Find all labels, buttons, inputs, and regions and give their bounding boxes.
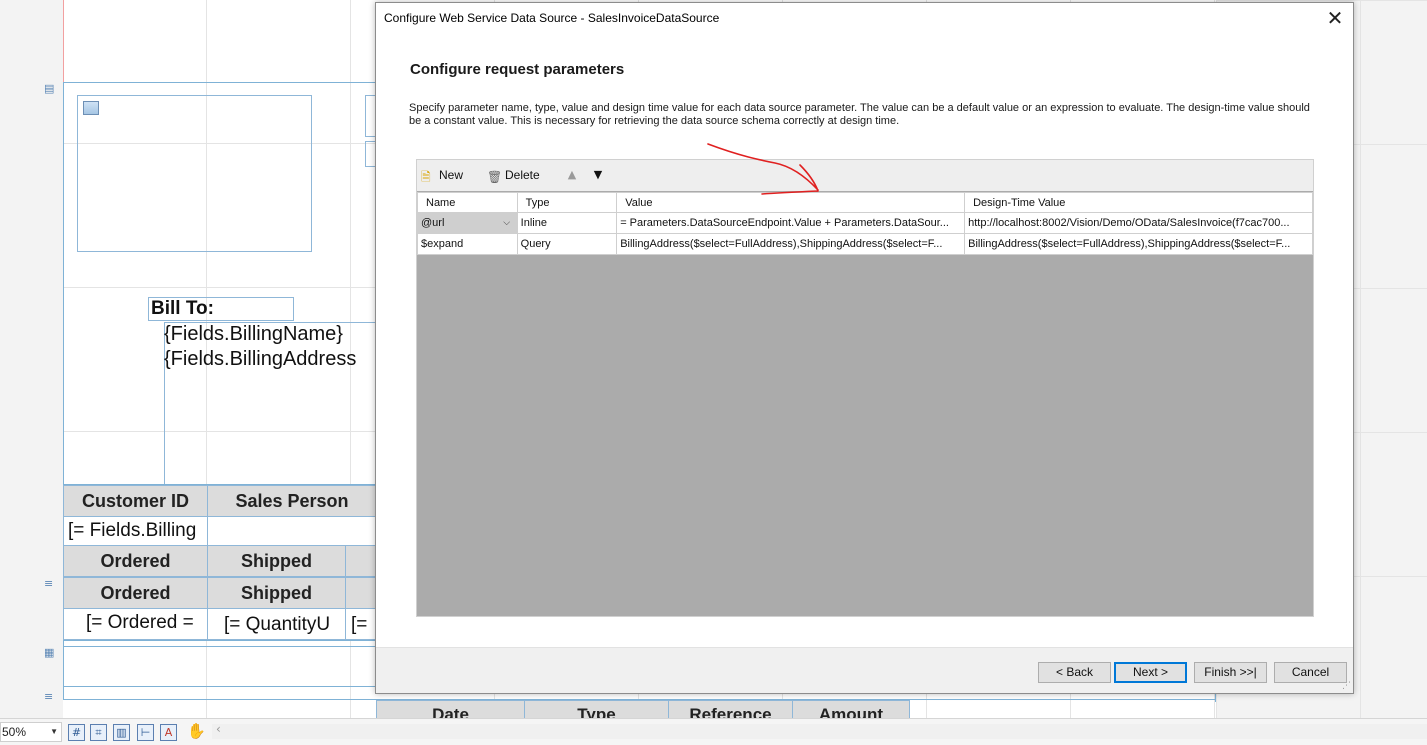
ruler-icon[interactable]: ▥ (113, 724, 130, 741)
type-header[interactable]: Type (524, 700, 669, 718)
table-row[interactable]: $expand Query BillingAddress($select=Ful… (417, 233, 1313, 255)
parameters-table: Name Type Value Design-Time Value @url ⌵… (417, 192, 1313, 255)
parameter-type-cell[interactable]: Query (516, 233, 618, 255)
new-parameter-button[interactable]: 🗎 New (421, 167, 463, 185)
snap-icon[interactable]: ⌗ (90, 724, 107, 741)
table-header-row: Name Type Value Design-Time Value (417, 192, 1313, 213)
page-description: Specify parameter name, type, value and … (409, 102, 1310, 127)
horizontal-scrollbar[interactable] (212, 724, 1427, 739)
new-button-label: New (439, 168, 464, 182)
page-header-band-icon[interactable]: ▤ (44, 83, 56, 95)
lines-header-cell[interactable] (345, 577, 377, 609)
amount-header[interactable]: Amount (792, 700, 910, 718)
margin-line (63, 0, 64, 82)
scroll-left-arrow-icon[interactable]: ‹ (216, 722, 221, 736)
detail-band-icon[interactable]: ≡ (44, 578, 56, 590)
arrow-down-icon[interactable]: ▼ (591, 167, 605, 183)
ordered-header[interactable]: Ordered (63, 577, 208, 609)
sales-person-header[interactable]: Sales Person (207, 485, 377, 517)
name-column-header[interactable]: Name (417, 192, 518, 213)
resize-grip-icon[interactable]: ⋰ (1342, 681, 1351, 691)
trash-icon: 🗑 (487, 170, 503, 184)
table-band-icon[interactable]: ▦ (44, 647, 56, 659)
grid-icon[interactable]: # (68, 724, 85, 741)
configure-web-service-dialog: Configure Web Service Data Source - Sale… (375, 2, 1354, 694)
dialog-footer: < Back Next > Finish >>| Cancel ⋰ (376, 647, 1353, 693)
table-row[interactable]: @url ⌵ Inline = Parameters.DataSourceEnd… (417, 212, 1313, 234)
design-time-value-column-header[interactable]: Design-Time Value (964, 192, 1313, 213)
type-column-header[interactable]: Type (516, 192, 618, 213)
cancel-button[interactable]: Cancel (1274, 662, 1347, 683)
billing-name-field[interactable]: {Fields.BillingName} (164, 323, 343, 346)
band-gutter (0, 0, 63, 718)
ordered-value[interactable]: [= Ordered = (63, 608, 208, 640)
shipped-header[interactable]: Shipped (207, 577, 346, 609)
zoom-value: 50% (2, 725, 27, 739)
text-icon[interactable]: A (160, 724, 177, 741)
back-button[interactable]: < Back (1038, 662, 1111, 683)
parameter-type-cell[interactable]: Inline (516, 212, 618, 234)
parameter-name-cell[interactable]: $expand (417, 233, 518, 255)
ordered-header[interactable]: Ordered (63, 545, 208, 577)
parameter-name: @url (421, 217, 445, 229)
logo-picturebox[interactable] (77, 95, 312, 252)
delete-parameter-button[interactable]: 🗑 Delete (487, 167, 540, 185)
lines-header-cell[interactable] (345, 545, 377, 577)
parameter-value-cell[interactable]: BillingAddress($select=FullAddress),Ship… (616, 233, 966, 255)
chevron-down-icon: ▼ (50, 727, 58, 736)
customer-id-value[interactable]: [= Fields.Billing (63, 516, 208, 546)
guides-icon[interactable]: ⊢ (137, 724, 154, 741)
group-band-icon[interactable]: ≡ (44, 691, 56, 703)
shipped-header[interactable]: Shipped (207, 545, 346, 577)
bill-to-label[interactable]: Bill To: (148, 297, 294, 321)
parameter-name-cell[interactable]: @url ⌵ (417, 212, 518, 234)
zoom-select[interactable]: 50% ▼ (0, 722, 62, 742)
next-button[interactable]: Next > (1114, 662, 1187, 683)
pan-hand-icon[interactable]: ✋ (187, 724, 206, 741)
new-document-icon: 🗎 (421, 170, 431, 184)
line-value[interactable]: [= (345, 608, 377, 640)
sales-person-value[interactable] (207, 516, 377, 546)
close-icon[interactable]: ✕ (1325, 6, 1345, 30)
parameter-value-cell[interactable]: = Parameters.DataSourceEndpoint.Value + … (616, 212, 966, 234)
finish-button[interactable]: Finish >>| (1194, 662, 1267, 683)
arrow-up-icon[interactable]: ▲ (565, 167, 579, 183)
page-heading: Configure request parameters (410, 61, 625, 78)
value-column-header[interactable]: Value (616, 192, 966, 213)
date-header[interactable]: Date (376, 700, 525, 718)
quantity-value[interactable]: [= QuantityU (207, 608, 346, 640)
parameters-grid[interactable]: 🗎 New 🗑 Delete ▲ ▼ Name Type Value Design- (416, 159, 1314, 617)
billing-address-field[interactable]: {Fields.BillingAddress (164, 348, 356, 371)
reference-header[interactable]: Reference (668, 700, 793, 718)
chevron-down-icon[interactable]: ⌵ (499, 215, 515, 231)
delete-button-label: Delete (505, 168, 540, 182)
designer-statusbar: 50% ▼ # ⌗ ▥ ⊢ A ✋ ‹ (0, 718, 1427, 745)
parameter-design-time-value-cell[interactable]: http://localhost:8002/Vision/Demo/OData/… (964, 212, 1313, 234)
picture-icon (83, 101, 99, 115)
dialog-title: Configure Web Service Data Source - Sale… (384, 11, 720, 25)
bill-to-panel[interactable] (164, 322, 376, 484)
grid-toolbar: 🗎 New 🗑 Delete ▲ ▼ (417, 160, 1313, 191)
customer-id-header[interactable]: Customer ID (63, 485, 208, 517)
parameter-design-time-value-cell[interactable]: BillingAddress($select=FullAddress),Ship… (964, 233, 1313, 255)
